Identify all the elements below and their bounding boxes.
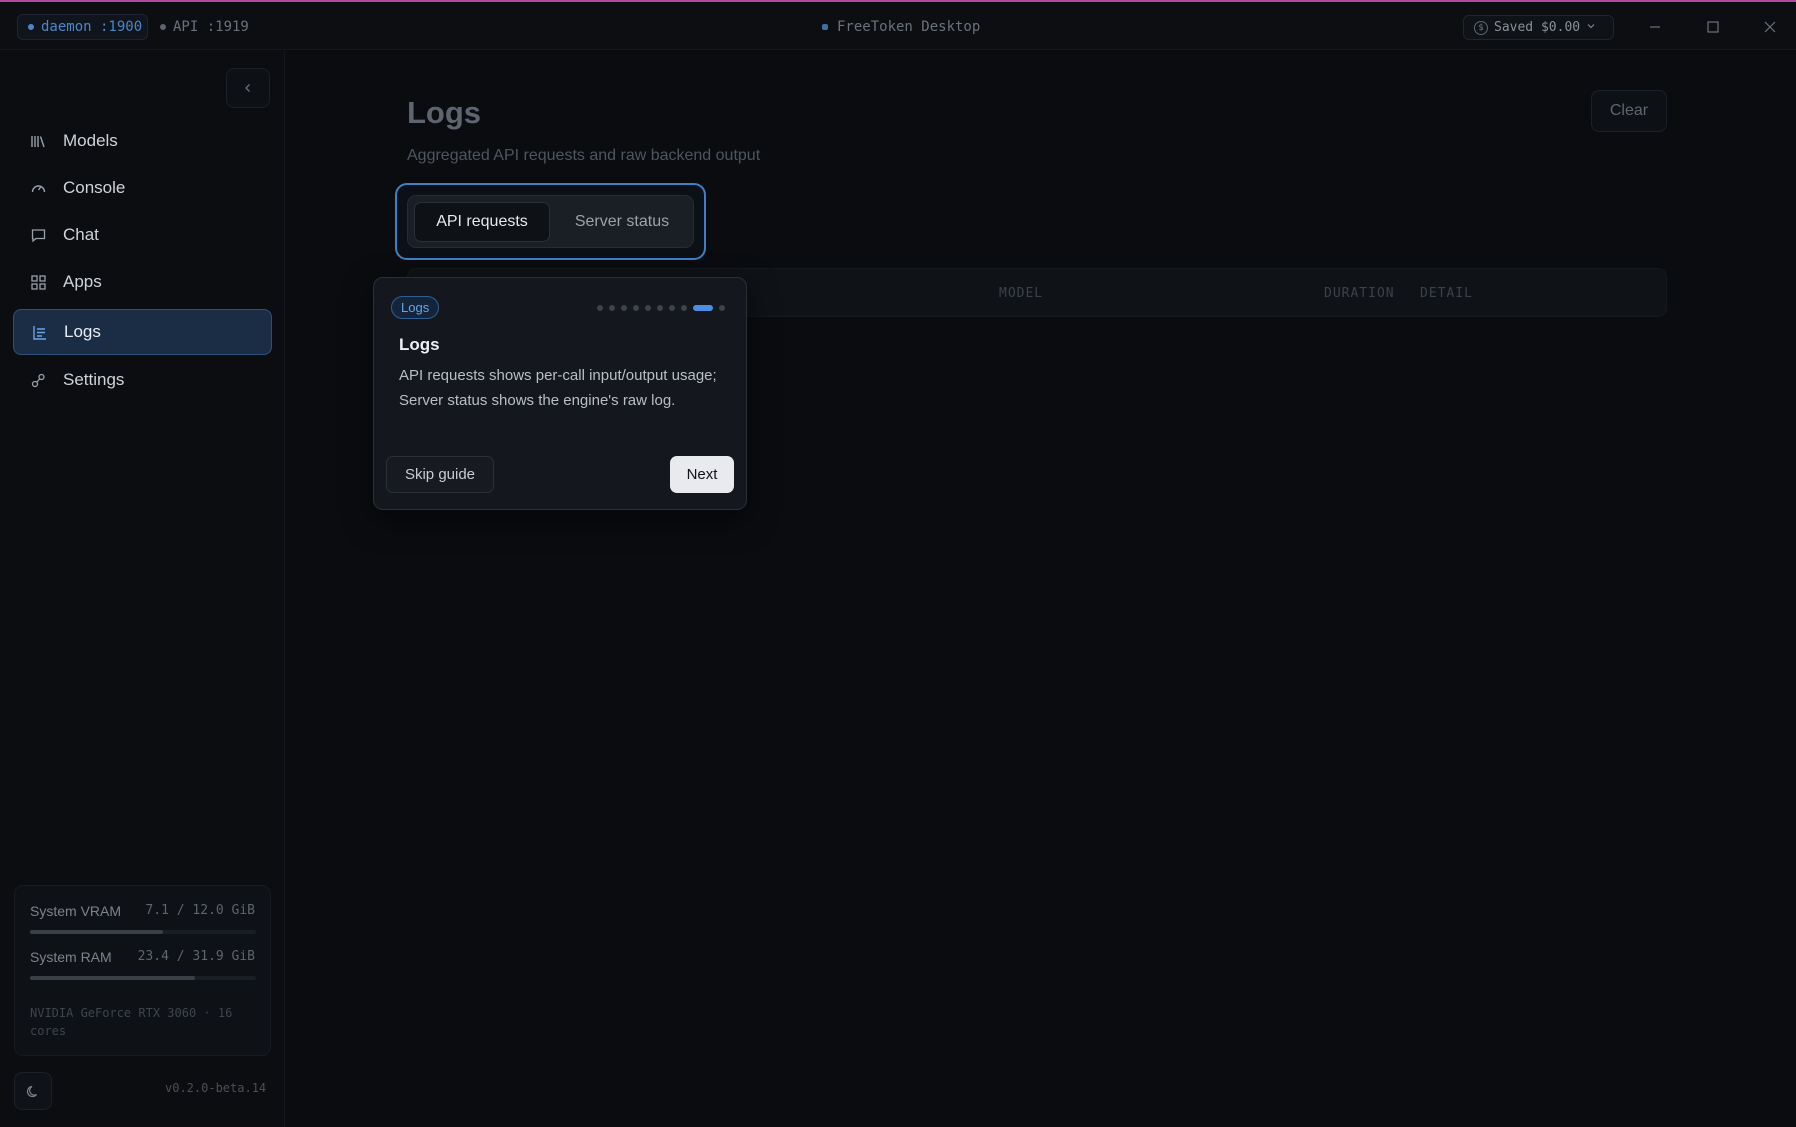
title-bar: daemon :1900 API :1919 FreeToken Desktop… — [0, 0, 1796, 50]
sidebar-item-label: Apps — [63, 272, 102, 291]
ram-bar — [30, 976, 256, 980]
sidebar: Models Console Chat Apps Logs Settings S… — [0, 51, 285, 1127]
guide-step-dot — [669, 305, 675, 311]
guide-title: Logs — [399, 335, 440, 354]
app-title: FreeToken Desktop — [822, 14, 980, 40]
sidebar-item-apps[interactable]: Apps — [13, 259, 272, 305]
gpu-info: NVIDIA GeForce RTX 3060 · 16 cores — [30, 1006, 233, 1038]
sidebar-item-settings[interactable]: Settings — [13, 357, 272, 403]
guide-step-dot — [621, 305, 627, 311]
column-header-detail: DETAIL — [1420, 286, 1473, 301]
theme-toggle-button[interactable] — [14, 1072, 52, 1110]
api-status-label: API :1919 — [173, 19, 249, 35]
guide-step-indicator — [597, 305, 725, 311]
guide-step-dot — [633, 305, 639, 311]
api-status-dot-icon — [160, 24, 166, 30]
chat-icon — [30, 227, 47, 244]
sidebar-item-label: Logs — [64, 322, 101, 341]
sidebar-item-models[interactable]: Models — [13, 118, 272, 164]
vram-bar-fill — [30, 930, 164, 934]
saved-label: Saved $0.00 — [1494, 20, 1581, 35]
tab-server-status[interactable]: Server status — [554, 202, 690, 242]
page-subtitle: Aggregated API requests and raw backend … — [407, 147, 761, 164]
ram-label: System RAM — [30, 949, 112, 965]
guide-step-dot — [657, 305, 663, 311]
sidebar-item-label: Models — [63, 131, 118, 150]
tab-api-requests[interactable]: API requests — [414, 202, 550, 242]
app-title-label: FreeToken Desktop — [837, 19, 981, 35]
settings-icon — [30, 372, 47, 389]
moon-icon — [26, 1085, 37, 1097]
library-icon — [30, 133, 47, 150]
vram-value: 7.1 / 12.0 GiB — [145, 903, 255, 918]
close-icon — [1764, 21, 1776, 33]
grid-icon — [30, 274, 47, 291]
guide-step-dot — [597, 305, 603, 311]
saved-dropdown[interactable]: $ Saved $0.00 — [1463, 15, 1614, 40]
daemon-status-dot-icon — [28, 24, 34, 30]
collapse-sidebar-button[interactable] — [226, 68, 270, 108]
chevron-down-icon — [1586, 20, 1596, 35]
guide-step-dot — [719, 305, 725, 311]
guide-body: API requests shows per-call input/output… — [399, 367, 717, 409]
close-button[interactable] — [1755, 12, 1785, 42]
vram-row: System VRAM 7.1 / 12.0 GiB — [30, 903, 255, 919]
guide-step-dot — [645, 305, 651, 311]
daemon-status-pill[interactable]: daemon :1900 — [17, 14, 148, 40]
app-version: v0.2.0-beta.14 — [165, 1081, 267, 1095]
vram-bar — [30, 930, 256, 934]
logs-icon — [31, 324, 48, 341]
sidebar-item-label: Console — [63, 178, 126, 197]
api-status-pill[interactable]: API :1919 — [160, 14, 249, 40]
sidebar-item-logs[interactable]: Logs — [13, 309, 272, 355]
guide-step-dot — [609, 305, 615, 311]
page-title: Logs — [407, 95, 482, 130]
sidebar-item-label: Chat — [63, 225, 99, 244]
skip-guide-button[interactable]: Skip guide — [386, 456, 494, 493]
sidebar-item-console[interactable]: Console — [13, 165, 272, 211]
guide-badge: Logs — [391, 296, 440, 319]
app-title-dot-icon — [822, 24, 828, 30]
vram-label: System VRAM — [30, 903, 122, 919]
column-header-duration: DURATION — [1324, 286, 1395, 301]
minimize-button[interactable] — [1640, 12, 1670, 42]
ram-row: System RAM 23.4 / 31.9 GiB — [30, 949, 255, 965]
sidebar-item-label: Settings — [63, 370, 125, 389]
minimize-icon — [1650, 26, 1660, 28]
ram-value: 23.4 / 31.9 GiB — [137, 949, 255, 964]
guide-popover: Logs Logs API requests shows per-call in… — [373, 277, 747, 510]
clear-button[interactable]: Clear — [1591, 90, 1667, 132]
ram-bar-fill — [30, 976, 195, 980]
next-button[interactable]: Next — [670, 456, 734, 493]
daemon-status-label: daemon :1900 — [41, 19, 143, 35]
maximize-button[interactable] — [1698, 12, 1728, 42]
coin-icon: $ — [1474, 20, 1488, 35]
guide-step-dot-current — [693, 305, 713, 311]
column-header-model: MODEL — [999, 286, 1044, 301]
maximize-icon — [1707, 21, 1719, 33]
guide-step-dot — [681, 305, 687, 311]
gauge-icon — [30, 180, 47, 197]
chevron-left-icon — [245, 84, 250, 92]
system-resources-card: System VRAM 7.1 / 12.0 GiB System RAM 23… — [14, 885, 271, 1056]
logs-tabs: API requests Server status — [407, 195, 694, 248]
sidebar-item-chat[interactable]: Chat — [13, 212, 272, 258]
